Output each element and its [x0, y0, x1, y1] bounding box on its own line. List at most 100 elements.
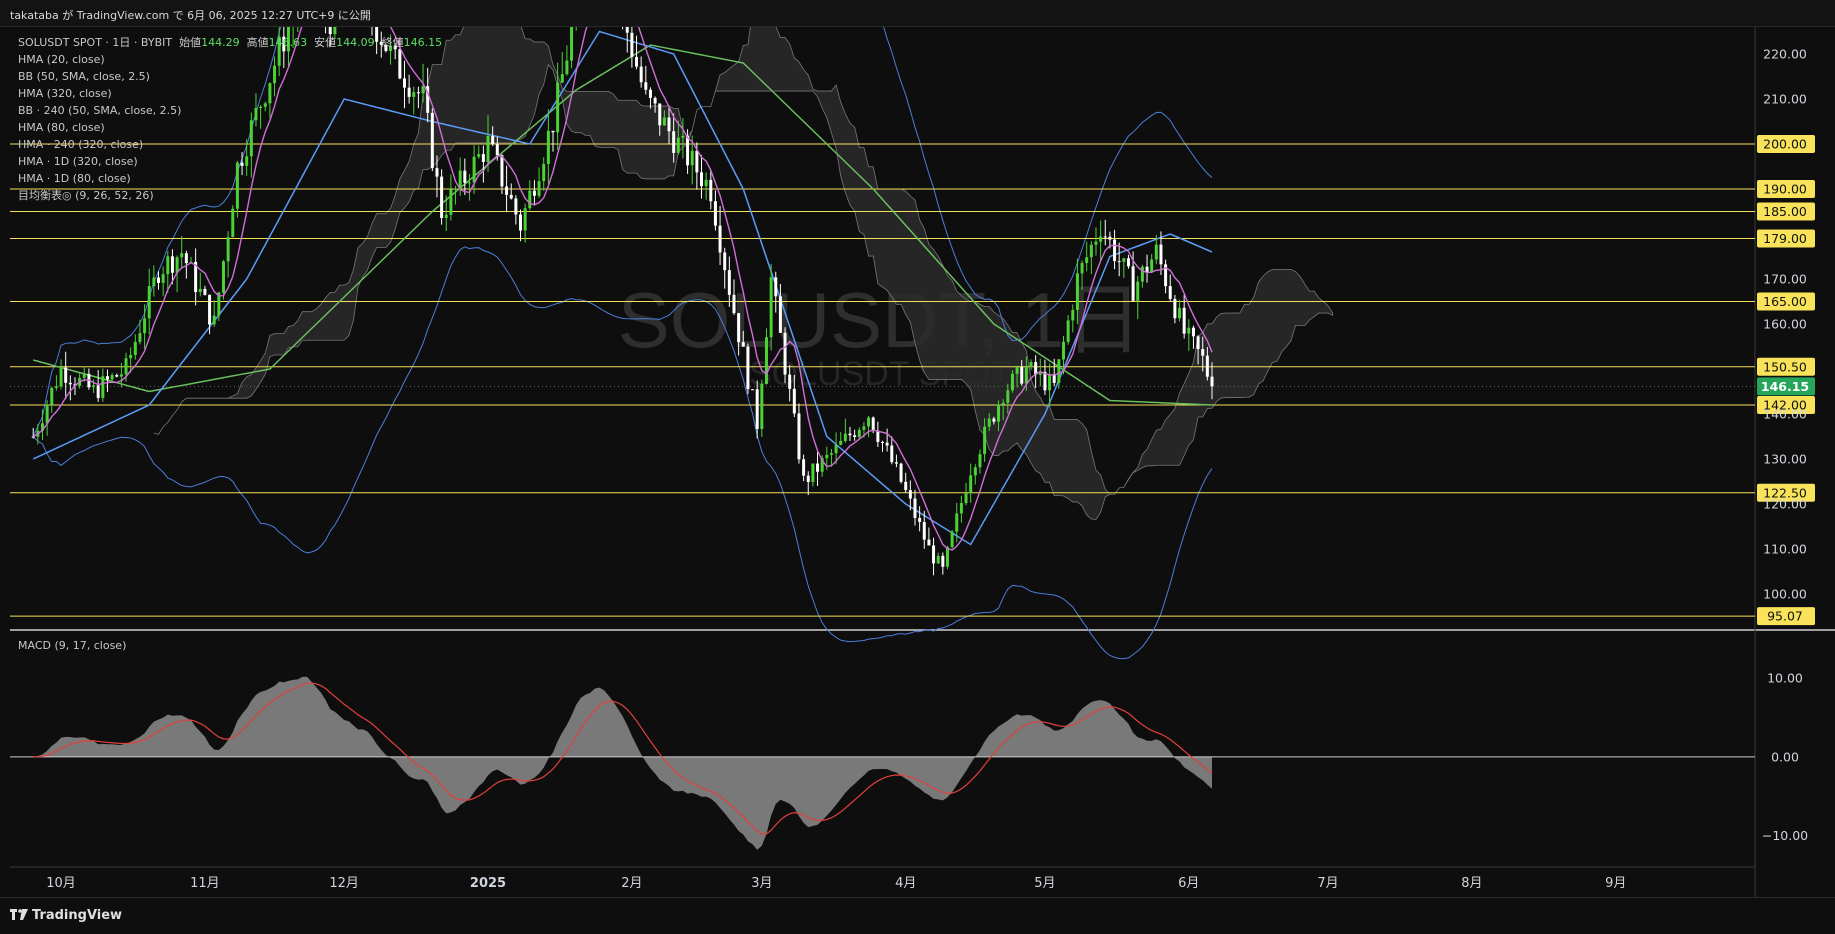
candle-body: [686, 135, 690, 166]
candle-body: [644, 82, 648, 90]
candle-body: [667, 117, 671, 132]
candle-body: [393, 45, 397, 50]
candle-body: [769, 277, 773, 338]
candle-body: [1182, 307, 1186, 334]
candle-body: [881, 441, 884, 443]
candle-body: [101, 376, 105, 398]
candle-body: [890, 445, 894, 463]
candle-body: [992, 418, 996, 422]
candle-body: [797, 413, 801, 460]
candle-body: [282, 36, 286, 52]
candle-body: [936, 555, 940, 564]
candle-body: [138, 333, 142, 342]
candle-body: [727, 270, 731, 295]
candle-body: [658, 103, 662, 126]
candle-body: [834, 444, 838, 454]
candle-body: [551, 130, 555, 133]
candle-body: [328, 27, 332, 35]
candle-body: [226, 237, 230, 262]
candle-body: [157, 277, 161, 283]
candle-body: [133, 341, 137, 355]
candle-body: [463, 170, 467, 183]
candle-body: [254, 108, 258, 121]
candle-body: [973, 467, 977, 476]
candle-body: [286, 27, 290, 52]
candle-body: [1057, 359, 1061, 383]
candle-body: [764, 337, 768, 384]
candle-body: [1136, 281, 1140, 301]
candle-body: [816, 463, 820, 472]
candle-body: [792, 388, 796, 414]
macd-legend[interactable]: MACD (9, 17, close): [18, 639, 126, 652]
candle-body: [1080, 263, 1084, 274]
macd-tick-label: 0.00: [1771, 749, 1799, 764]
candle-body: [732, 294, 736, 314]
time-tick-label: 11月: [190, 876, 220, 891]
candle-body: [681, 135, 685, 138]
candle-body: [1071, 309, 1075, 321]
price-tick-label: 210.00: [1763, 92, 1807, 107]
price-tick-label: 150.50: [1763, 359, 1807, 374]
candle-body: [843, 433, 847, 441]
candle-body: [774, 277, 778, 297]
candle-body: [983, 426, 987, 455]
candle-body: [825, 454, 829, 459]
candle-body: [537, 181, 541, 196]
candle-body: [495, 144, 499, 156]
candle-body: [570, 27, 574, 61]
price-tick-label: 146.15: [1761, 379, 1809, 394]
candle-body: [542, 163, 546, 182]
candle-body: [1191, 327, 1195, 337]
candle-body: [662, 117, 666, 126]
candle-body: [105, 376, 109, 380]
candle-body: [1006, 390, 1010, 403]
candle-body: [751, 389, 755, 391]
candle-body: [129, 354, 133, 359]
time-tick-label: 6月: [1178, 876, 1199, 891]
footer: TradingView: [0, 897, 1835, 934]
publish-header: takataba が TradingView.com で 6月 06, 2025…: [0, 0, 1835, 27]
candle-body: [565, 60, 569, 75]
candle-body: [477, 154, 481, 157]
candle-body: [950, 531, 954, 548]
candle-body: [180, 253, 184, 258]
candle-body: [221, 261, 225, 293]
candle-body: [876, 430, 880, 442]
price-chart[interactable]: SOLUSDT, 1日SOLUSDT SPOT220.00210.00200.0…: [10, 27, 1835, 897]
candle-body: [713, 201, 717, 226]
candle-body: [676, 137, 680, 153]
tradingview-brand[interactable]: TradingView: [10, 908, 122, 923]
candle-body: [402, 78, 406, 88]
candle-body: [690, 150, 694, 166]
candle-body: [885, 442, 889, 446]
candle-body: [1048, 374, 1052, 391]
candle-body: [92, 385, 96, 388]
time-tick-label: 5月: [1034, 876, 1055, 891]
candle-body: [59, 367, 63, 387]
candle-body: [1178, 307, 1182, 319]
candle-body: [1061, 341, 1065, 360]
candle-body: [700, 172, 704, 187]
candle-body: [922, 521, 926, 540]
candle-body: [1145, 266, 1149, 273]
candle-body: [1010, 373, 1014, 391]
price-tick-label: 200.00: [1763, 137, 1807, 152]
price-tick-label: 160.00: [1763, 317, 1807, 332]
price-tick-label: 100.00: [1763, 587, 1807, 602]
candle-body: [235, 162, 239, 209]
candle-body: [918, 517, 922, 522]
candle-body: [505, 186, 509, 195]
candle-body: [1187, 327, 1191, 334]
time-tick-label: 2月: [621, 876, 642, 891]
candle-body: [115, 375, 119, 377]
price-tick-label: 190.00: [1763, 182, 1807, 197]
candle-body: [546, 130, 550, 164]
chart-area[interactable]: SOLUSDT, 1日 SOLUSDT SPOT 220.00 210.00 200.0…: [10, 27, 1835, 897]
candle-body: [704, 179, 708, 187]
candle-body: [1210, 376, 1214, 387]
candle-body: [867, 417, 871, 427]
candle-body: [839, 440, 843, 445]
candle-body: [430, 112, 434, 169]
candle-body: [1094, 241, 1098, 245]
candle-body: [277, 36, 281, 66]
